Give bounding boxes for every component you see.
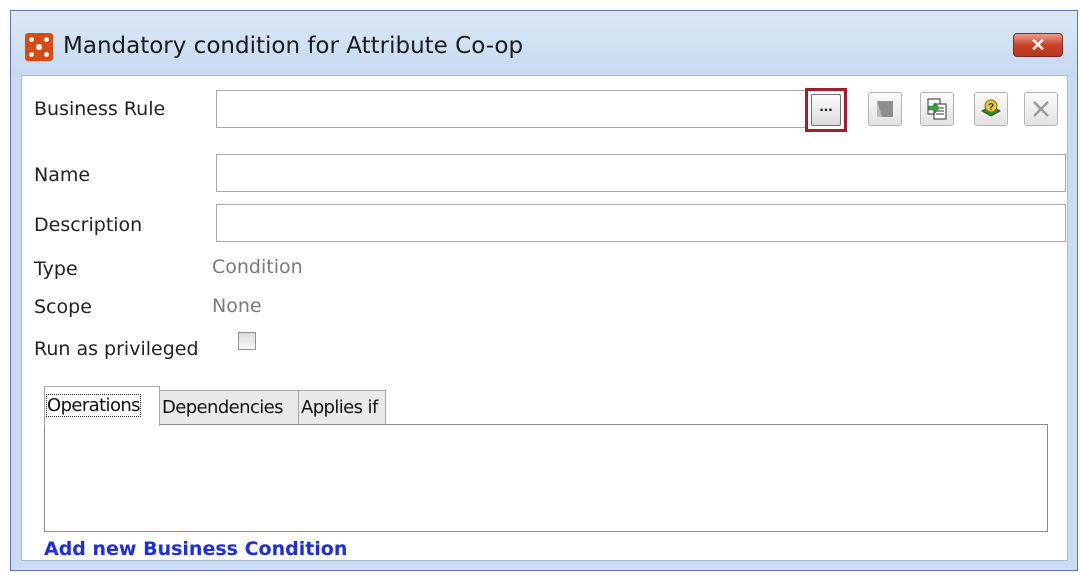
- remove-rule-icon: [1033, 101, 1049, 117]
- tab-dependencies-label: Dependencies: [162, 397, 284, 418]
- tab-applies-if[interactable]: Applies if: [298, 390, 386, 424]
- title-bar: Mandatory condition for Attribute Co-op …: [11, 11, 1077, 77]
- remove-rule-button[interactable]: [1024, 92, 1058, 126]
- browse-label: ...: [811, 94, 841, 126]
- edit-rule-button[interactable]: [868, 92, 902, 126]
- tab-operations-label: Operations: [46, 394, 141, 417]
- scope-label: Scope: [34, 296, 92, 318]
- app-icon: [25, 33, 53, 61]
- svg-text:?: ?: [988, 102, 994, 113]
- scope-value: None: [212, 295, 262, 317]
- copy-rule-icon: [927, 98, 947, 120]
- business-rule-label: Business Rule: [34, 98, 166, 120]
- tab-dependencies[interactable]: Dependencies: [159, 390, 299, 424]
- close-button[interactable]: ✕: [1013, 33, 1063, 57]
- business-rule-input[interactable]: [216, 90, 808, 128]
- tab-operations[interactable]: Operations: [44, 386, 160, 426]
- run-as-privileged-label: Run as privileged: [34, 338, 199, 360]
- tab-applies-if-label: Applies if: [301, 397, 378, 418]
- dialog-window: Mandatory condition for Attribute Co-op …: [10, 10, 1078, 571]
- name-label: Name: [34, 164, 91, 186]
- run-as-privileged-checkbox[interactable]: [238, 332, 256, 350]
- description-input[interactable]: [216, 204, 1066, 242]
- copy-rule-button[interactable]: [920, 92, 954, 126]
- help-rule-button[interactable]: ?: [974, 92, 1008, 126]
- browse-business-rule-button[interactable]: ...: [805, 88, 847, 132]
- type-value: Condition: [212, 256, 303, 278]
- tab-panel-operations: [44, 424, 1048, 532]
- type-label: Type: [34, 258, 78, 280]
- help-rule-icon: ?: [980, 99, 1002, 117]
- name-input[interactable]: [216, 154, 1066, 192]
- add-business-condition-link[interactable]: Add new Business Condition: [44, 538, 347, 560]
- description-label: Description: [34, 214, 143, 236]
- edit-rule-icon: [877, 101, 893, 117]
- window-title: Mandatory condition for Attribute Co-op: [63, 33, 524, 59]
- dialog-body: Business Rule ... ? Name Description Typ…: [21, 75, 1068, 561]
